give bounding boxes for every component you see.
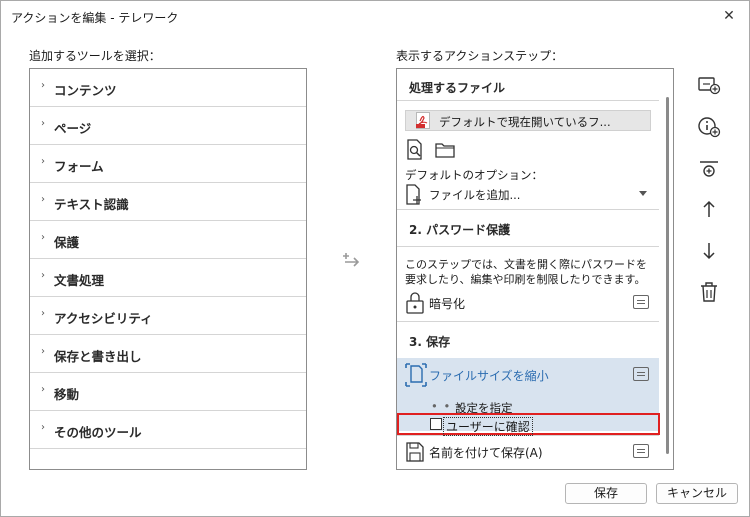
step-label: ファイルサイズを縮小 [429,369,549,383]
step-save-as[interactable]: 名前を付けて保存(A) [397,438,659,466]
tool-item-label: テキスト認識 [54,197,129,212]
chevron-right-icon: › [41,80,45,91]
step-encrypt[interactable]: 暗号化 [397,289,659,317]
add-file-icon [406,184,421,205]
tool-item-label: 保存と書き出し [54,349,142,364]
tool-item-accessibility[interactable]: › アクセシビリティ [30,297,306,335]
tool-item-label: 保護 [54,235,80,250]
file-source-value: デフォルトで現在開いているフ... [439,115,611,129]
default-options-label: デフォルトのオプション： [405,168,543,182]
chevron-right-icon: › [41,346,45,357]
steps-list-label: 表示するアクションステップ： [396,49,564,63]
tool-item-label: フォーム [54,159,104,174]
step-options-icon[interactable] [633,367,649,381]
dropdown-value: ファイルを追加... [429,188,521,202]
divider [397,246,659,247]
add-instructions-icon[interactable] [696,114,722,140]
tool-item-ocr[interactable]: › テキスト認識 [30,183,306,221]
save-section-title: 3. 保存 [409,335,451,349]
lock-icon [406,292,424,314]
chevron-down-icon [639,191,647,196]
trash-icon[interactable] [696,279,722,305]
tool-item-document-processing[interactable]: › 文書処理 [30,259,306,297]
title-bar: アクションを編集 - テレワーク ✕ [1,1,749,33]
save-as-icon [406,442,424,462]
step-options-icon[interactable] [633,295,649,309]
step-label: 名前を付けて保存(A) [429,446,543,460]
add-to-steps-icon[interactable] [342,250,364,272]
divider [397,321,659,322]
chevron-right-icon: › [41,422,45,433]
password-section-title: 2. パスワード保護 [409,223,511,237]
tool-item-pages[interactable]: › ページ [30,107,306,145]
confirm-label: ユーザーに確認 [443,417,533,436]
close-button[interactable]: ✕ [717,5,741,27]
confirm-checkbox[interactable] [430,418,442,430]
tool-item-forms[interactable]: › フォーム [30,145,306,183]
tools-list: › コンテンツ › ページ › フォーム › テキスト認識 › 保護 › 文書処理 › アクセ… [29,68,307,470]
default-options-dropdown[interactable]: ファイルを追加... [405,184,651,206]
file-search-icon[interactable] [405,139,427,161]
tool-item-label: アクセシビリティ [54,311,153,326]
chevron-right-icon: › [41,156,45,167]
tool-item-navigate[interactable]: › 移動 [30,373,306,411]
chevron-right-icon: › [41,194,45,205]
action-steps-list: 処理するファイル デフォルトで現在開いているフ... デフォルトのオプション： … [396,68,674,470]
tool-item-label: ページ [54,121,92,136]
window-title: アクションを編集 - テレワーク [11,11,179,25]
divider [397,209,659,210]
file-source-field[interactable]: デフォルトで現在開いているフ... [405,110,651,131]
tool-item-content[interactable]: › コンテンツ [30,69,306,107]
tool-item-label: 文書処理 [54,273,105,288]
tool-item-save-export[interactable]: › 保存と書き出し [30,335,306,373]
tool-item-other-tools[interactable]: › その他のツール [30,411,306,449]
chevron-right-icon: › [41,308,45,319]
tool-item-label: 移動 [54,387,80,402]
chevron-right-icon: › [41,118,45,129]
move-up-icon[interactable] [696,196,722,222]
password-description: このステップでは、文書を開く際にパスワードを要求したり、編集や印刷を制限したりで… [405,258,647,286]
chevron-right-icon: › [41,232,45,243]
pdf-icon [416,112,430,129]
files-section-title: 処理するファイル [409,81,506,95]
tool-item-label: コンテンツ [54,83,117,98]
move-down-icon[interactable] [696,238,722,264]
steps-scrollbar[interactable] [666,97,669,454]
folder-icon[interactable] [434,139,456,161]
chevron-right-icon: › [41,384,45,395]
tool-item-label: その他のツール [54,425,142,440]
cancel-button[interactable]: キャンセル [656,483,738,504]
add-separator-icon[interactable] [696,157,722,183]
step-reduce-size[interactable]: ファイルサイズを縮小 [397,361,659,389]
save-button[interactable]: 保存 [565,483,647,504]
tool-item-protect[interactable]: › 保護 [30,221,306,259]
chevron-right-icon: › [41,270,45,281]
step-options-icon[interactable] [633,444,649,458]
reduce-file-size-icon [405,363,427,387]
add-panel-icon[interactable] [696,72,722,98]
tools-list-label: 追加するツールを選択： [29,49,161,63]
divider [397,100,659,101]
step-label: 暗号化 [429,297,466,311]
